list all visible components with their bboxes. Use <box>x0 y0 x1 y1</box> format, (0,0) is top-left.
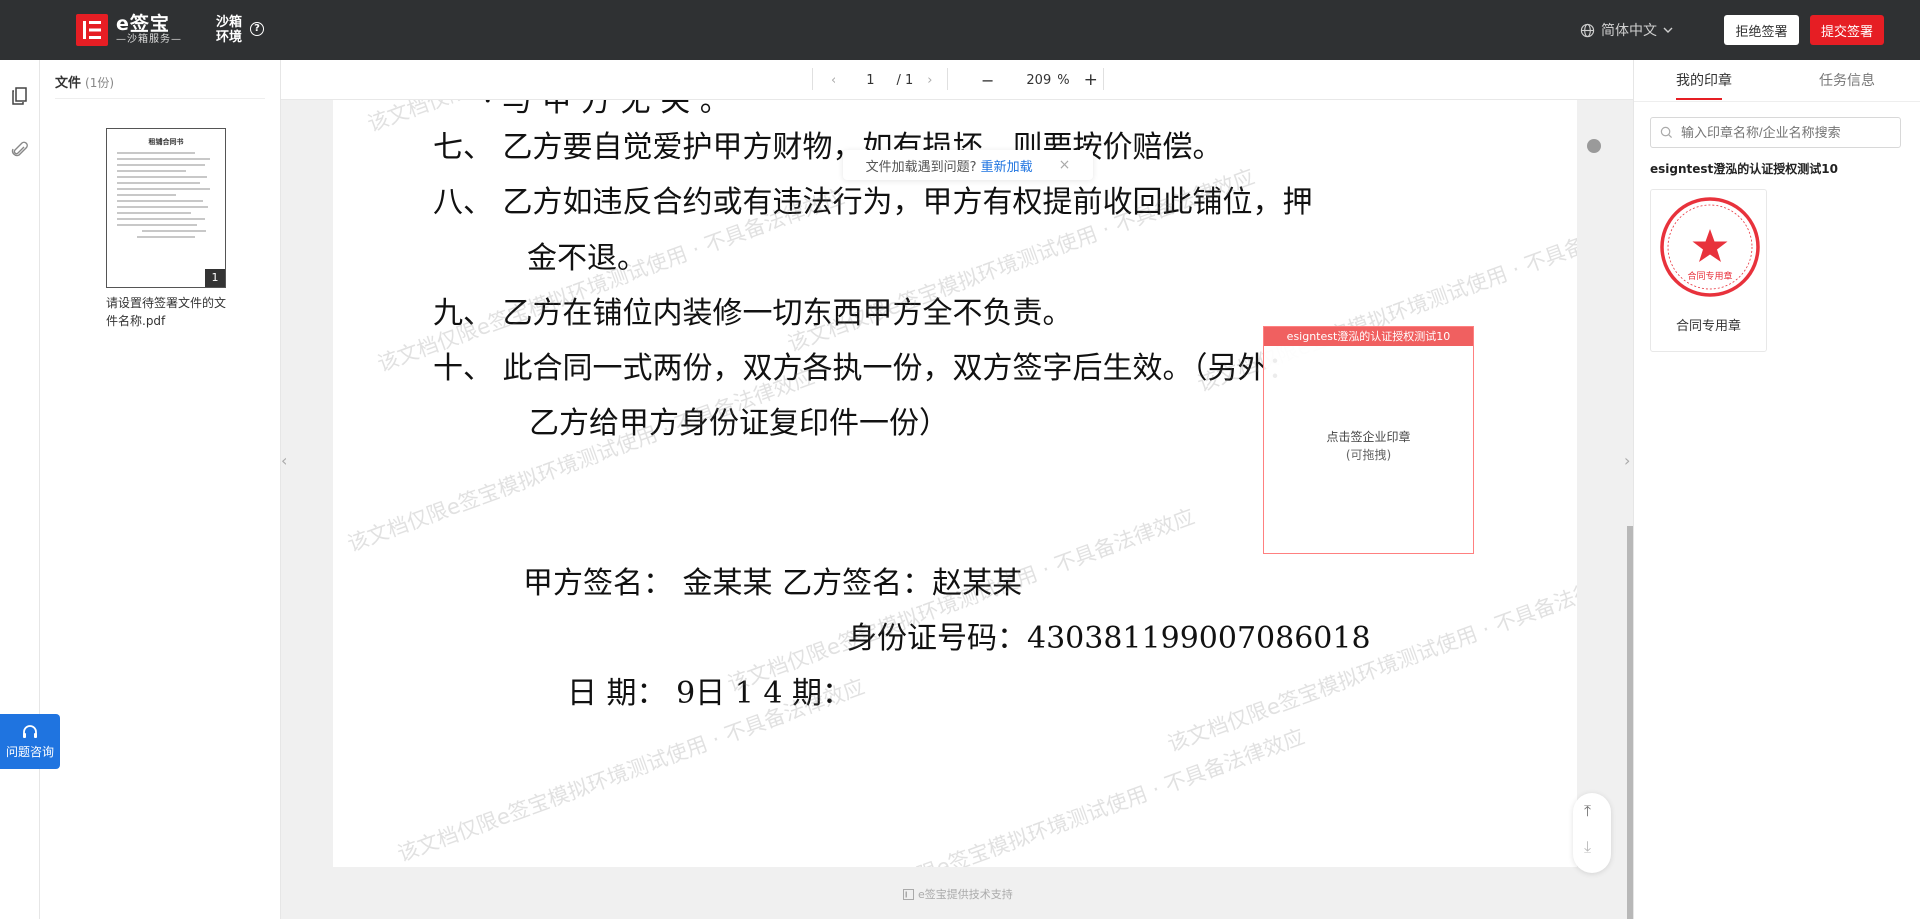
sandbox-env-label: 沙箱 环境 <box>216 15 243 45</box>
document-viewer: ‹ 1 / 1 › − 209 % + · 与 甲 方 无 关 。 七、 乙方要… <box>281 60 1633 919</box>
document-page: · 与 甲 方 无 关 。 七、 乙方要自觉爱护甲方财物，如有损坏，则要按价赔偿… <box>333 100 1577 867</box>
watermark: 该文档仅限e签宝模拟环境测试使用 · 不具备法律效应 <box>1164 564 1577 757</box>
logo-badge-icon <box>76 14 108 46</box>
chevron-down-icon <box>1663 27 1673 33</box>
seal-search-input[interactable] <box>1650 117 1901 148</box>
current-page-input[interactable]: 1 <box>866 73 874 88</box>
doc-line-10: 十、 此合同一式两份，双方各执一份，双方签字后生效。（另外： <box>433 351 1298 386</box>
page-jump-controls: ⤒ ⤓ <box>1573 793 1611 873</box>
thumbnail-page-number: 1 <box>205 269 225 287</box>
collapse-left-icon[interactable]: ‹ <box>281 451 287 470</box>
svg-text:合同专用章: 合同专用章 <box>1687 270 1732 282</box>
doc-line-cut: · 与 甲 方 无 关 。 <box>483 100 730 119</box>
file-count: (1份) <box>85 76 115 90</box>
language-selector[interactable]: 简体中文 <box>1580 20 1673 40</box>
zoom-in-button[interactable]: + <box>1084 70 1098 90</box>
globe-icon <box>1580 23 1595 37</box>
viewer-toolbar: ‹ 1 / 1 › − 209 % + <box>281 60 1633 100</box>
left-icon-rail <box>0 60 40 919</box>
doc-line-7: 七、 乙方要自觉爱护甲方财物，如有损坏，则要按价赔偿。 <box>433 130 1223 165</box>
file-panel: 文件 (1份) 租铺合同书 1 请设置待签署文件的文件名称.pdf <box>40 60 281 919</box>
language-label: 简体中文 <box>1601 23 1657 39</box>
file-panel-title: 文件 (1份) <box>55 76 115 91</box>
watermark: 该文档仅限e签宝模拟环境测试使用 · 不具备法律效应 <box>834 724 1308 867</box>
seal-box-header: esigntest澄泓的认证授权测试10 <box>1264 327 1473 346</box>
notice-text: 文件加载遇到问题? <box>865 159 977 175</box>
help-consult-button[interactable]: 问题咨询 <box>0 714 60 769</box>
zoom-unit: % <box>1057 72 1070 88</box>
logo-main-text: e签宝 <box>116 13 170 35</box>
total-pages: / 1 <box>896 72 914 88</box>
zoom-value[interactable]: 209 <box>1026 73 1051 88</box>
tab-task-info[interactable]: 任务信息 <box>1819 70 1875 90</box>
collapse-right-icon[interactable]: › <box>1624 451 1630 470</box>
tab-my-seals[interactable]: 我的印章 <box>1676 70 1732 90</box>
logo-sub-text: —沙箱服务— <box>116 34 182 45</box>
documents-icon[interactable] <box>10 86 30 106</box>
active-tab-indicator <box>1676 98 1722 100</box>
seal-placement-box[interactable]: esigntest澄泓的认证授权测试10 点击签企业印章 (可拖拽) <box>1263 326 1474 554</box>
submit-sign-button[interactable]: 提交签署 <box>1810 15 1884 45</box>
esign-small-icon <box>903 888 914 900</box>
help-circle-icon[interactable]: ? <box>250 22 264 36</box>
document-thumbnail[interactable]: 租铺合同书 1 <box>106 128 226 288</box>
right-panel: 我的印章 任务信息 esigntest澄泓的认证授权测试10 合同专用章 合同专… <box>1633 60 1920 919</box>
attachment-icon[interactable] <box>10 140 30 160</box>
seal-box-instruction: 点击签企业印章 <box>1326 430 1411 444</box>
zoom-out-button[interactable]: − <box>981 71 994 90</box>
seal-company-name: esigntest澄泓的认证授权测试10 <box>1650 162 1838 176</box>
seal-stamp-icon: 合同专用章 <box>1660 197 1760 297</box>
seal-box-draggable-hint: (可拖拽) <box>1345 448 1392 462</box>
scroll-indicator-dot <box>1587 139 1601 153</box>
reload-link[interactable]: 重新加载 <box>981 156 1033 175</box>
logo: e签宝 —沙箱服务— <box>76 14 182 46</box>
headset-icon <box>23 725 37 738</box>
close-icon[interactable]: × <box>1059 157 1071 173</box>
top-bar: e签宝 —沙箱服务— 沙箱 环境 ? 简体中文 拒绝签署 提交签署 <box>0 0 1920 60</box>
seal-name: 合同专用章 <box>1675 319 1741 334</box>
jump-to-bottom-icon[interactable]: ⤓ <box>1584 837 1591 857</box>
file-name[interactable]: 请设置待签署文件的文件名称.pdf <box>106 294 236 330</box>
jump-to-top-icon[interactable]: ⤒ <box>1584 801 1591 821</box>
watermark: 该文档仅限e签宝模拟环境测试使用 · 不具备法律效应 <box>344 364 818 557</box>
prev-page-icon[interactable]: ‹ <box>831 73 836 88</box>
next-page-icon[interactable]: › <box>927 73 932 88</box>
help-label: 问题咨询 <box>5 745 54 759</box>
load-problem-notice: 文件加载遇到问题? 重新加载 × <box>843 150 1093 180</box>
seal-card[interactable]: 合同专用章 合同专用章 <box>1650 189 1767 352</box>
tech-support-footer: e签宝提供技术支持 <box>903 886 1013 902</box>
search-icon <box>1660 126 1673 139</box>
thumbnail-title: 租铺合同书 <box>148 138 184 146</box>
reject-sign-button[interactable]: 拒绝签署 <box>1724 15 1799 45</box>
